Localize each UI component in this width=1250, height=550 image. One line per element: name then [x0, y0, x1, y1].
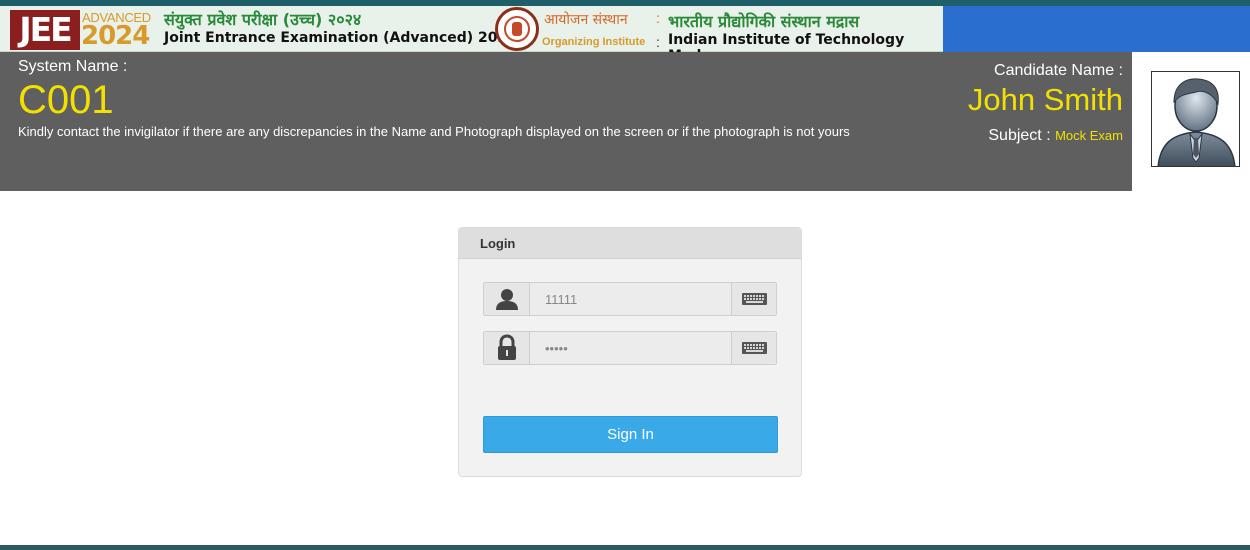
organizing-label-hindi: आयोजन संस्थान	[544, 12, 628, 28]
iitm-logo-icon	[495, 7, 539, 51]
password-input[interactable]	[531, 332, 731, 364]
login-title: Login	[480, 236, 516, 251]
login-panel-header: Login	[459, 228, 801, 259]
system-name-label: System Name :	[18, 58, 128, 75]
subject-value: Mock Exam	[1055, 128, 1123, 143]
login-panel: Login 11111 ••••• Sign In	[458, 227, 802, 477]
exam-title-english: Joint Entrance Examination (Advanced) 20…	[164, 30, 518, 46]
user-icon	[484, 283, 530, 315]
candidate-info-bar: System Name : C001 Kindly contact the in…	[0, 52, 1250, 191]
jee-logo-text: JEE	[10, 10, 80, 50]
jee-advanced-logo: JEE ADVANCED 2024	[10, 8, 156, 50]
username-input[interactable]	[531, 283, 731, 315]
sign-in-button[interactable]: Sign In	[483, 416, 778, 453]
organizing-label-english: Organizing Institute	[542, 36, 646, 48]
candidate-name-label: Candidate Name :	[994, 62, 1123, 79]
avatar-icon	[1157, 78, 1236, 166]
header-banner: JEE ADVANCED 2024 संयुक्त प्रवेश परीक्षा…	[0, 6, 1250, 64]
discrepancy-notice: Kindly contact the invigilator if there …	[18, 124, 850, 139]
lock-icon	[484, 332, 530, 364]
username-field	[483, 282, 777, 316]
password-field	[483, 331, 777, 365]
photo-area	[1132, 52, 1250, 191]
organizing-colon-english: :	[656, 34, 660, 50]
subject-line: Subject : Mock Exam	[988, 127, 1123, 145]
subject-label: Subject :	[988, 127, 1051, 144]
candidate-name-value: John Smith	[967, 82, 1123, 117]
jee-logo-year: 2024	[81, 21, 150, 51]
keyboard-icon[interactable]	[731, 283, 776, 315]
organizing-colon-hindi: :	[656, 10, 660, 26]
keyboard-icon[interactable]	[731, 332, 776, 364]
institute-name-hindi: भारतीय प्रौद्योगिकी संस्थान मद्रास	[668, 12, 860, 31]
exam-title-hindi: संयुक्त प्रवेश परीक्षा (उच्च) २०२४	[164, 10, 362, 29]
banner-logo-panel: JEE ADVANCED 2024 संयुक्त प्रवेश परीक्षा…	[0, 6, 943, 64]
system-name-value: C001	[18, 78, 114, 122]
candidate-photo	[1151, 71, 1240, 167]
bottom-strip	[0, 545, 1250, 550]
